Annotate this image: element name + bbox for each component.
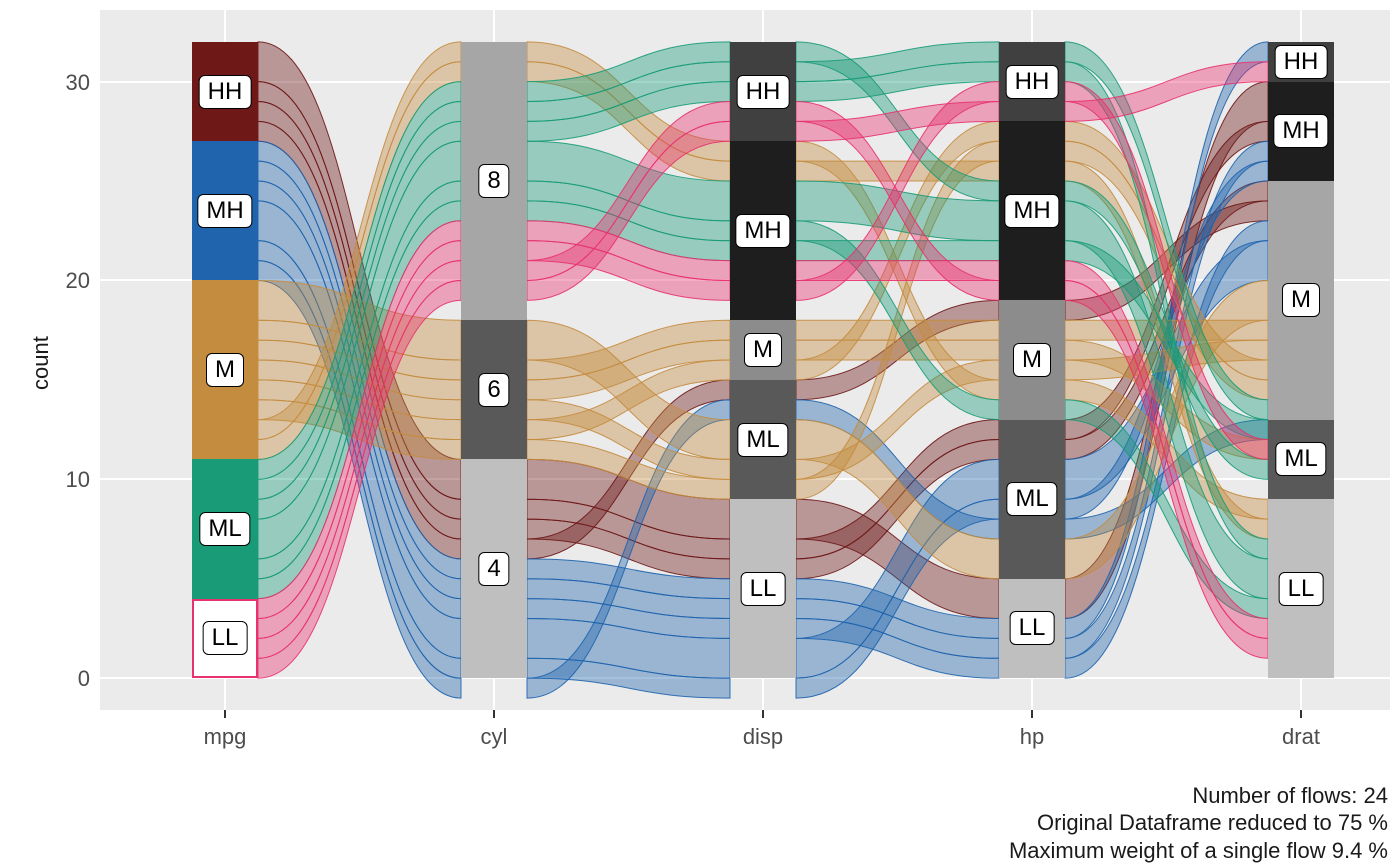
stratum-label-disp-LL: LL — [741, 572, 786, 606]
stratum-label-drat-LL: LL — [1279, 572, 1324, 606]
chart-caption: Number of flows: 24 Original Dataframe r… — [1009, 782, 1388, 865]
stratum-label-cyl-4: 4 — [478, 552, 509, 586]
stratum-label-hp-LL: LL — [1010, 611, 1055, 645]
y-axis-label: count — [28, 336, 54, 390]
stratum-label-hp-MH: MH — [1004, 194, 1059, 228]
stratum-label-cyl-8: 8 — [478, 164, 509, 198]
stratum-label-disp-ML: ML — [737, 423, 788, 457]
stratum-label-mpg-HH: HH — [199, 75, 252, 109]
y-tick-label: 20 — [60, 268, 90, 294]
chart-area: LLMLMMHHH468LLMLMMHHHLLMLMMHHHLLMLMMHHH … — [0, 0, 1400, 770]
x-tick-label-disp: disp — [723, 724, 803, 750]
stratum-label-mpg-LL: LL — [203, 621, 248, 655]
stratum-label-disp-MH: MH — [735, 214, 790, 248]
stratum-label-mpg-ML: ML — [199, 512, 250, 546]
stratum-label-hp-HH: HH — [1006, 65, 1059, 99]
x-tick-label-cyl: cyl — [454, 724, 534, 750]
stratum-label-drat-M: M — [1282, 283, 1320, 317]
stratum-label-drat-HH: HH — [1275, 45, 1328, 79]
caption-line-reduced: Original Dataframe reduced to 75 % — [1009, 809, 1388, 837]
y-tick-label: 0 — [60, 666, 90, 692]
y-tick-label: 30 — [60, 70, 90, 96]
stratum-label-hp-M: M — [1013, 343, 1051, 377]
y-tick-label: 10 — [60, 467, 90, 493]
stratum-label-hp-ML: ML — [1006, 482, 1057, 516]
caption-line-maxweight: Maximum weight of a single flow 9.4 % — [1009, 837, 1388, 865]
stratum-label-mpg-M: M — [206, 353, 244, 387]
stratum-label-cyl-6: 6 — [478, 373, 509, 407]
stratum-label-disp-M: M — [744, 333, 782, 367]
x-tick-label-drat: drat — [1261, 724, 1341, 750]
x-tick-label-hp: hp — [992, 724, 1072, 750]
stratum-label-drat-MH: MH — [1273, 114, 1328, 148]
stratum-label-drat-ML: ML — [1275, 442, 1326, 476]
x-tick-label-mpg: mpg — [185, 724, 265, 750]
caption-line-flows: Number of flows: 24 — [1009, 782, 1388, 810]
stratum-label-mpg-MH: MH — [197, 194, 252, 228]
stratum-label-disp-HH: HH — [737, 75, 790, 109]
